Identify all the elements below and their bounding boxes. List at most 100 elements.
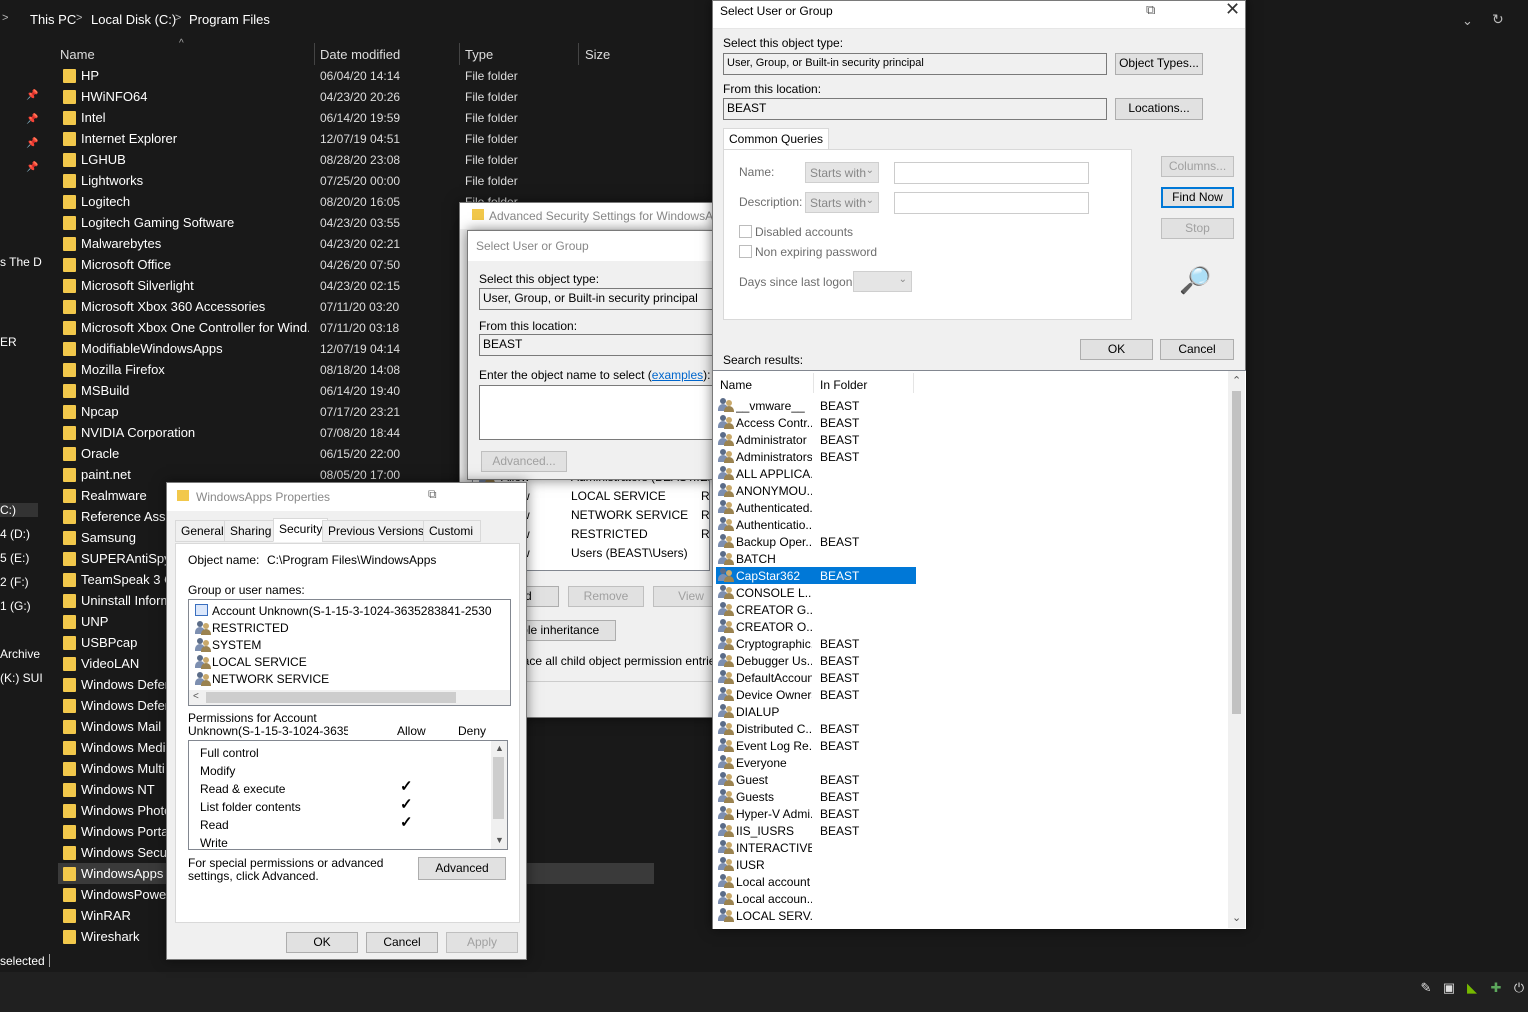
days-since-combo[interactable]: ⌄ <box>853 271 912 292</box>
result-row[interactable]: ALL APPLICA... <box>716 465 916 482</box>
tab-common-queries[interactable]: Common Queries <box>723 128 830 150</box>
column-divider[interactable] <box>459 43 460 65</box>
nav-item[interactable]: 4 (D:) <box>0 527 30 541</box>
result-row[interactable]: Backup Oper... BEAST <box>716 533 916 550</box>
nav-item[interactable]: 1 (G:) <box>0 599 31 613</box>
scrollbar-thumb[interactable] <box>1232 391 1241 714</box>
examples-link[interactable]: examples <box>652 368 703 382</box>
tab-customize[interactable]: Customi <box>423 520 481 542</box>
column-header-size[interactable]: Size <box>585 47 610 62</box>
result-row[interactable]: Authenticated... <box>716 499 916 516</box>
result-row[interactable]: IUSR <box>716 856 916 873</box>
apply-button[interactable]: Apply <box>446 932 518 953</box>
description-match-combo[interactable]: Starts with ⌄ <box>805 192 879 213</box>
refresh-icon[interactable]: ↻ <box>1492 11 1504 28</box>
nav-item[interactable]: Archive <box>0 647 40 661</box>
remove-button[interactable]: Remove <box>568 586 644 607</box>
group-row[interactable]: SYSTEM <box>191 636 510 653</box>
nav-item-c-drive[interactable]: C:) <box>0 503 38 517</box>
result-row[interactable]: Hyper-V Admi... BEAST <box>716 805 916 822</box>
chevron-up-icon[interactable]: ▲ <box>495 743 504 753</box>
column-header-type[interactable]: Type <box>465 47 493 62</box>
caption-icon[interactable]: ⧉ <box>1146 2 1155 18</box>
chevron-left-icon[interactable]: < <box>193 691 199 702</box>
result-row[interactable]: Device Owners BEAST <box>716 686 916 703</box>
tab-general[interactable]: General <box>175 520 230 542</box>
column-header-name[interactable]: Name <box>60 47 95 62</box>
scrollbar-thumb[interactable] <box>493 757 504 819</box>
column-divider[interactable] <box>578 43 579 65</box>
tab-sharing[interactable]: Sharing <box>224 520 278 542</box>
result-row[interactable]: Local accoun... <box>716 890 916 907</box>
result-row[interactable]: __vmware__ BEAST <box>716 397 916 414</box>
tray-network-icon[interactable]: ✎ <box>1418 980 1434 996</box>
result-row[interactable]: Distributed C... BEAST <box>716 720 916 737</box>
column-divider[interactable] <box>813 373 814 393</box>
result-row[interactable]: Authenticatio... <box>716 516 916 533</box>
tray-display-icon[interactable]: ▣ <box>1441 980 1457 996</box>
chevron-up-icon[interactable]: ⌃ <box>1232 374 1241 387</box>
group-row[interactable]: NETWORK SERVICE <box>191 670 510 687</box>
result-row[interactable]: CREATOR G... <box>716 601 916 618</box>
breadcrumb-local-disk[interactable]: Local Disk (C:) <box>91 12 176 27</box>
horizontal-scrollbar[interactable]: < <box>189 690 510 705</box>
chevron-down-icon[interactable]: ⌄ <box>1462 13 1473 29</box>
description-input[interactable] <box>894 192 1089 214</box>
group-names-list[interactable]: Account Unknown(S-1-15-3-1024-3635283841… <box>188 599 511 706</box>
result-row[interactable]: Local account <box>716 873 916 890</box>
chevron-down-icon[interactable]: ⌄ <box>1232 911 1241 924</box>
nav-item[interactable]: 5 (E:) <box>0 551 29 565</box>
result-row[interactable]: Guests BEAST <box>716 788 916 805</box>
non-expiring-checkbox[interactable] <box>739 245 752 258</box>
column-header-folder[interactable]: In Folder <box>820 378 867 392</box>
caption-icon[interactable]: ⧉ <box>428 487 437 502</box>
nav-item[interactable]: (K:) SUI <box>0 671 43 685</box>
object-types-button[interactable]: Object Types... <box>1115 53 1203 75</box>
name-input[interactable] <box>894 162 1089 184</box>
result-row[interactable]: DIALUP <box>716 703 916 720</box>
result-row[interactable]: Event Log Re... BEAST <box>716 737 916 754</box>
result-row[interactable]: DefaultAccount BEAST <box>716 669 916 686</box>
result-row[interactable]: LOCAL SERV... <box>716 907 916 924</box>
nav-item[interactable]: 2 (F:) <box>0 575 29 589</box>
breadcrumb-this-pc[interactable]: This PC <box>30 12 76 27</box>
nav-item[interactable]: s The D <box>0 255 42 269</box>
group-row[interactable]: RESTRICTED <box>191 619 510 636</box>
vertical-scrollbar[interactable]: ▲ ▼ <box>491 741 507 849</box>
chevron-down-icon[interactable]: ▼ <box>495 835 504 845</box>
cancel-button[interactable]: Cancel <box>1160 339 1234 360</box>
locations-button[interactable]: Locations... <box>1115 98 1203 120</box>
result-row[interactable]: ANONYMOU... <box>716 482 916 499</box>
nav-item[interactable]: ER <box>0 335 17 349</box>
result-row[interactable]: Everyone <box>716 754 916 771</box>
ok-button[interactable]: OK <box>1080 339 1153 360</box>
object-names-input[interactable] <box>479 385 719 440</box>
column-divider[interactable] <box>913 373 914 393</box>
result-row[interactable]: CapStar362 BEAST <box>716 567 916 584</box>
tray-power-icon[interactable]: ⏻ <box>1511 980 1527 996</box>
result-row[interactable]: Administrator BEAST <box>716 431 916 448</box>
column-divider[interactable] <box>314 43 315 65</box>
column-header-date[interactable]: Date modified <box>320 47 400 62</box>
result-row[interactable]: IIS_IUSRS BEAST <box>716 822 916 839</box>
group-row[interactable]: LOCAL SERVICE <box>191 653 510 670</box>
cancel-button[interactable]: Cancel <box>366 932 438 953</box>
advanced-button[interactable]: Advanced... <box>481 451 567 472</box>
find-now-button[interactable]: Find Now <box>1161 187 1234 208</box>
tab-security[interactable]: Security <box>273 518 329 542</box>
result-row[interactable]: BATCH <box>716 550 916 567</box>
breadcrumb-program-files[interactable]: Program Files <box>189 12 270 27</box>
disabled-accounts-checkbox[interactable] <box>739 225 752 238</box>
ok-button[interactable]: OK <box>286 932 358 953</box>
tab-previous-versions[interactable]: Previous Versions <box>322 520 431 542</box>
result-row[interactable]: CREATOR O... <box>716 618 916 635</box>
tray-nvidia-icon[interactable]: ◣ <box>1464 980 1480 996</box>
tray-app-icon[interactable]: ✚ <box>1488 980 1504 996</box>
result-row[interactable]: Cryptographic... BEAST <box>716 635 916 652</box>
advanced-button[interactable]: Advanced <box>418 857 506 880</box>
result-row[interactable]: Administrators BEAST <box>716 448 916 465</box>
columns-button[interactable]: Columns... <box>1161 156 1234 177</box>
close-icon[interactable]: ✕ <box>1225 0 1240 20</box>
result-row[interactable]: CONSOLE L... <box>716 584 916 601</box>
group-row[interactable]: Account Unknown(S-1-15-3-1024-3635283841… <box>191 602 510 619</box>
